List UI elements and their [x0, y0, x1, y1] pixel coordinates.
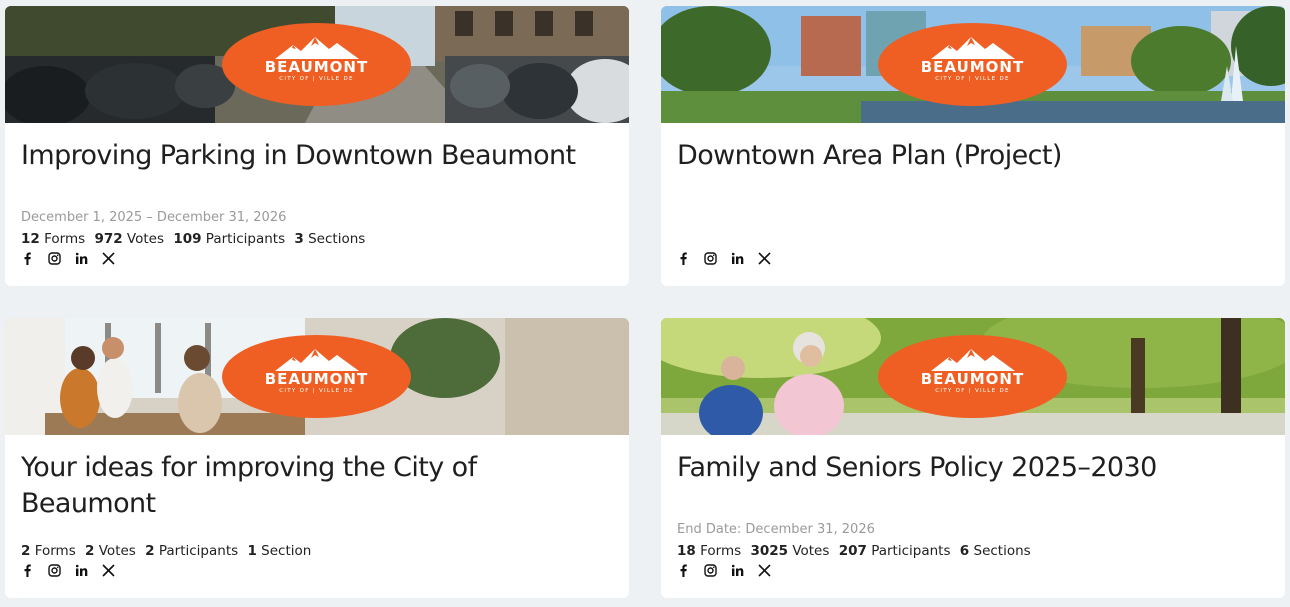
- sections-label: Sections: [973, 543, 1031, 559]
- instagram-icon[interactable]: [704, 563, 717, 577]
- participants-label: Participants: [205, 231, 286, 247]
- linkedin-icon[interactable]: [75, 563, 88, 577]
- forms-label: Forms: [44, 231, 86, 247]
- logo-tagline: CITY OF | VILLE DE: [935, 76, 1010, 82]
- forms-count: 2: [21, 543, 31, 559]
- logo-wordmark: BEAUMONT: [264, 370, 369, 388]
- sections-count: 3: [294, 231, 304, 247]
- x-icon[interactable]: [758, 251, 771, 265]
- card-title[interactable]: Your ideas for improving the City of Bea…: [21, 450, 613, 522]
- social-share: [677, 563, 771, 577]
- sections-label: Section: [261, 543, 312, 559]
- sections-count: 1: [247, 543, 257, 559]
- card-stats: 18 Forms 3025 Votes 207 Participants 6 S…: [677, 542, 1036, 560]
- linkedin-icon[interactable]: [731, 251, 744, 265]
- card-banner-image[interactable]: BEAUMONT CITY OF | VILLE DE: [661, 318, 1285, 435]
- card-banner-image[interactable]: BEAUMONT CITY OF | VILLE DE: [5, 318, 629, 435]
- participants-label: Participants: [158, 543, 239, 559]
- logo-tagline: CITY OF | VILLE DE: [935, 388, 1010, 394]
- instagram-icon[interactable]: [48, 251, 61, 265]
- linkedin-icon[interactable]: [75, 251, 88, 265]
- card-title[interactable]: Improving Parking in Downtown Beaumont: [21, 138, 613, 174]
- x-icon[interactable]: [758, 563, 771, 577]
- x-icon[interactable]: [102, 251, 115, 265]
- beaumont-logo: BEAUMONT CITY OF | VILLE DE: [222, 335, 411, 418]
- linkedin-icon[interactable]: [731, 563, 744, 577]
- card-stats: 2 Forms 2 Votes 2 Participants 1 Section: [21, 542, 316, 560]
- logo-wordmark: BEAUMONT: [920, 58, 1025, 76]
- social-share: [21, 251, 115, 265]
- social-share: [21, 563, 115, 577]
- card-dates: End Date: December 31, 2026: [677, 522, 875, 537]
- facebook-icon[interactable]: [677, 563, 690, 577]
- forms-label: Forms: [34, 543, 76, 559]
- forms-count: 12: [21, 231, 40, 247]
- mountain-icon: [930, 349, 1015, 371]
- forms-label: Forms: [700, 543, 742, 559]
- votes-count: 972: [94, 231, 123, 247]
- card-banner-image[interactable]: BEAUMONT CITY OF | VILLE DE: [661, 6, 1285, 123]
- participants-count: 207: [838, 543, 867, 559]
- participants-label: Participants: [871, 543, 951, 559]
- votes-count: 2: [85, 543, 95, 559]
- mountain-icon: [274, 349, 359, 371]
- votes-count: 3025: [750, 543, 789, 559]
- card-title[interactable]: Downtown Area Plan (Project): [677, 138, 1269, 174]
- logo-wordmark: BEAUMONT: [264, 58, 369, 76]
- project-card[interactable]: BEAUMONT CITY OF | VILLE DE Improving Pa…: [5, 6, 629, 286]
- project-card[interactable]: BEAUMONT CITY OF | VILLE DE Family and S…: [661, 318, 1285, 598]
- logo-wordmark: BEAUMONT: [920, 370, 1025, 388]
- facebook-icon[interactable]: [677, 251, 690, 265]
- sections-count: 6: [959, 543, 970, 559]
- card-stats: 12 Forms 972 Votes 109 Participants 3 Se…: [21, 230, 370, 248]
- card-banner-image[interactable]: BEAUMONT CITY OF | VILLE DE: [5, 6, 629, 123]
- votes-label: Votes: [98, 543, 136, 559]
- logo-tagline: CITY OF | VILLE DE: [279, 76, 354, 82]
- votes-label: Votes: [792, 543, 830, 559]
- beaumont-logo: BEAUMONT CITY OF | VILLE DE: [878, 335, 1067, 418]
- participants-count: 109: [173, 231, 202, 247]
- sections-label: Sections: [308, 231, 366, 247]
- card-title[interactable]: Family and Seniors Policy 2025–2030: [677, 450, 1269, 486]
- project-card[interactable]: BEAUMONT CITY OF | VILLE DE Downtown Are…: [661, 6, 1285, 286]
- instagram-icon[interactable]: [704, 251, 717, 265]
- x-icon[interactable]: [102, 563, 115, 577]
- logo-tagline: CITY OF | VILLE DE: [279, 388, 354, 394]
- forms-count: 18: [677, 543, 696, 559]
- mountain-icon: [930, 37, 1015, 59]
- beaumont-logo: BEAUMONT CITY OF | VILLE DE: [878, 23, 1067, 106]
- votes-label: Votes: [126, 231, 165, 247]
- mountain-icon: [274, 37, 359, 59]
- card-dates: December 1, 2025 – December 31, 2026: [21, 210, 287, 225]
- project-card[interactable]: BEAUMONT CITY OF | VILLE DE Your ideas f…: [5, 318, 629, 598]
- social-share: [677, 251, 771, 265]
- facebook-icon[interactable]: [21, 563, 34, 577]
- participants-count: 2: [145, 543, 155, 559]
- instagram-icon[interactable]: [48, 563, 61, 577]
- beaumont-logo: BEAUMONT CITY OF | VILLE DE: [222, 23, 411, 106]
- facebook-icon[interactable]: [21, 251, 34, 265]
